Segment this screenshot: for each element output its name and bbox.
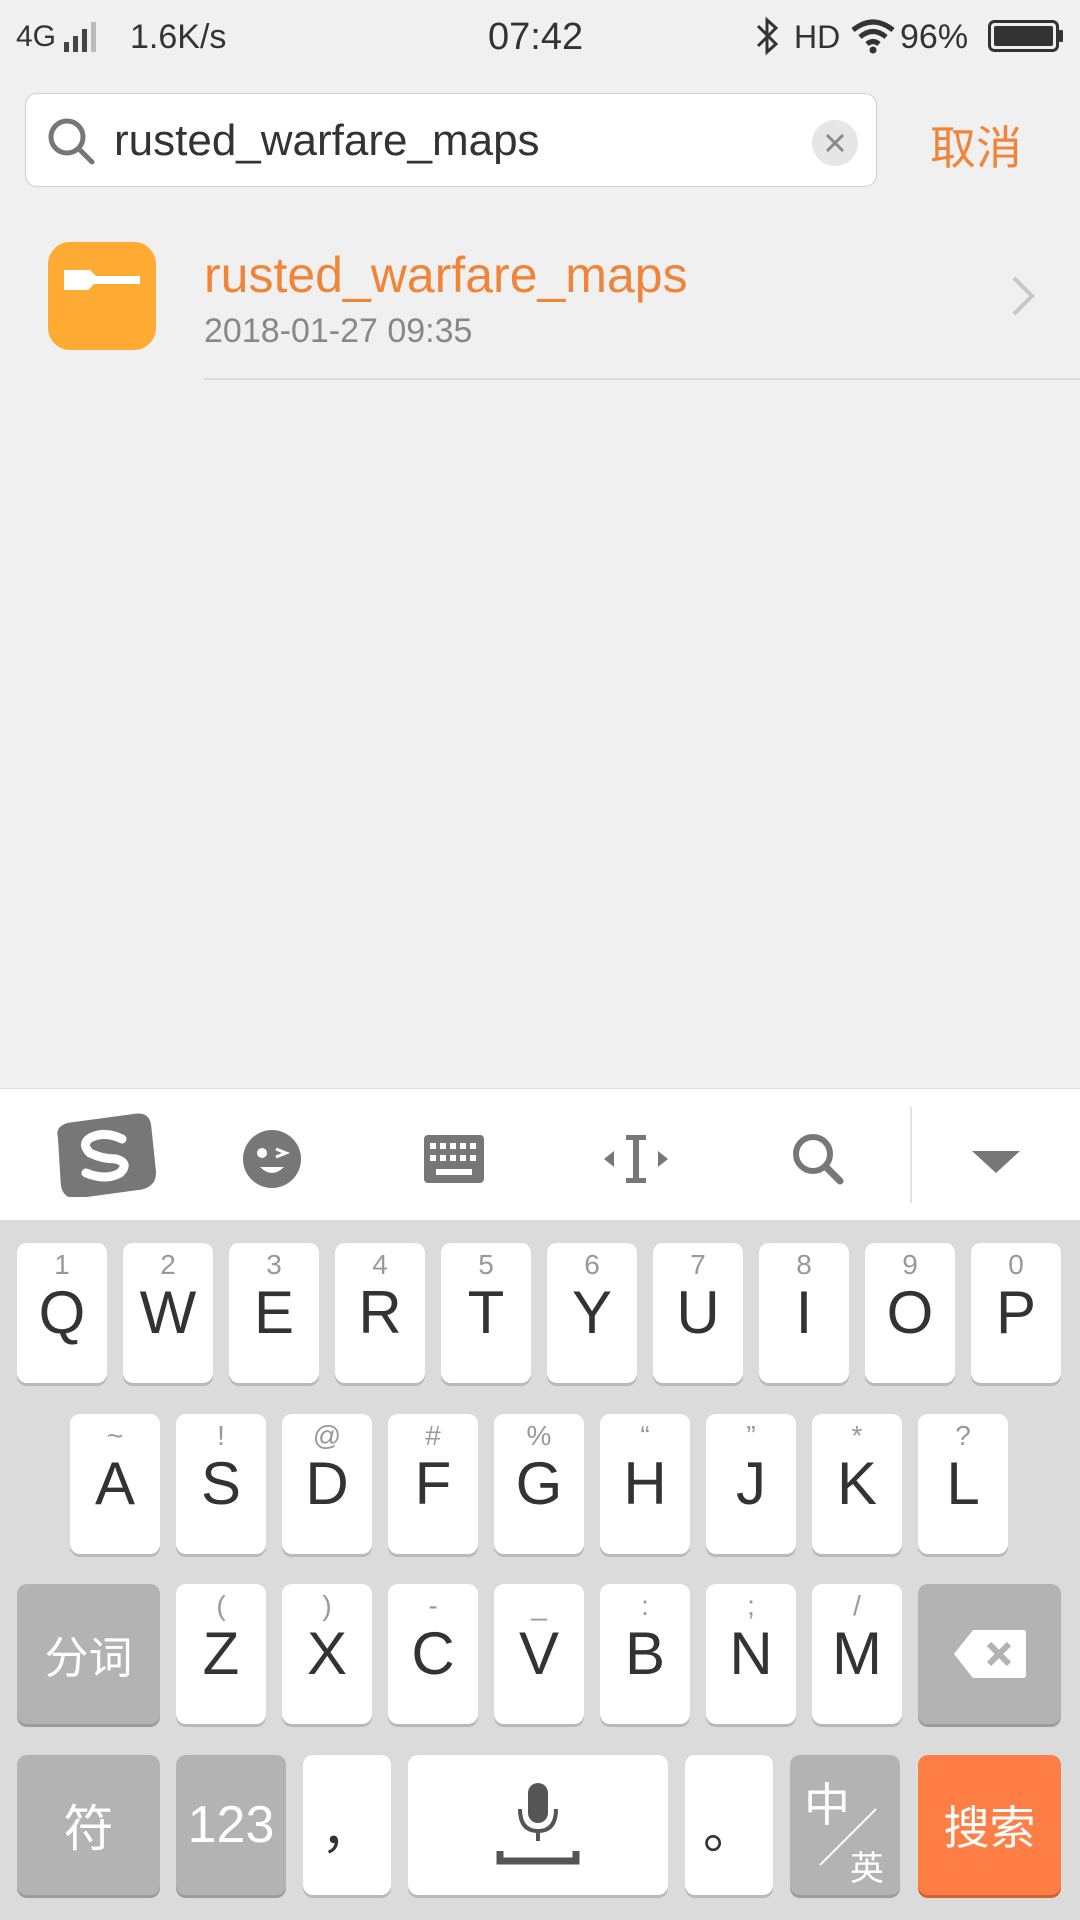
fenci-key[interactable]: 分词 [17,1584,160,1724]
key-n[interactable]: ; N [706,1584,796,1724]
key-t[interactable]: 5T [441,1243,531,1383]
clock: 07:42 [488,16,584,58]
symbol-key[interactable]: 符 [17,1755,160,1895]
search-icon [46,116,96,171]
chevron-down-icon[interactable] [956,1119,1036,1199]
language-switch-key[interactable]: 中 英 [790,1755,900,1895]
ime-toolbar [0,1088,1080,1220]
key-z[interactable]: (Z [176,1584,266,1724]
period-key[interactable]: 。 [685,1755,773,1895]
key-g[interactable]: % G [494,1414,584,1554]
toolbar-divider [910,1107,912,1203]
backspace-key[interactable] [918,1584,1061,1724]
keyboard: 1Q 2W 3E 4R 5T 6Y 7U 8I 9O 0P ~ A ! S @ D #… [0,1220,1080,1920]
divider [204,378,1080,380]
search-input[interactable]: rusted_warfare_maps [25,93,877,187]
key-l[interactable]: ? L [918,1414,1008,1554]
search-key[interactable]: 搜索 [918,1755,1061,1895]
key-h[interactable]: “H [600,1414,690,1554]
folder-icon [48,242,156,350]
chevron-right-icon [1008,274,1038,323]
cancel-button[interactable]: 取消 [930,112,1022,178]
key-q[interactable]: 1Q [17,1243,107,1383]
key-o[interactable]: 9O [865,1243,955,1383]
close-icon [825,133,845,153]
key-w[interactable]: 2W [123,1243,213,1383]
key-e[interactable]: 3E [229,1243,319,1383]
clear-search-button[interactable] [812,120,858,166]
result-date: 2018-01-27 09:35 [204,312,473,350]
network-type: 4G [16,20,57,53]
list-item[interactable]: rusted_warfare_maps 2018-01-27 09:35 [0,212,1080,380]
key-u[interactable]: 7U [653,1243,743,1383]
comma-key[interactable]: ， [303,1755,391,1895]
key-k[interactable]: * K [812,1414,902,1554]
space-voice-key[interactable] [408,1755,668,1895]
number-key[interactable]: 123 [176,1755,286,1895]
hd-label: HD [794,19,841,55]
backspace-icon [918,1584,1061,1724]
microphone-icon [408,1755,668,1895]
battery-percent: 96% [900,18,969,56]
sogou-logo-icon[interactable] [50,1113,162,1199]
search-query[interactable]: rusted_warfare_maps [114,116,540,166]
key-y[interactable]: 6Y [547,1243,637,1383]
key-v[interactable]: _ V [494,1584,584,1724]
key-r[interactable]: 4R [335,1243,425,1383]
key-m[interactable]: / M [812,1584,902,1724]
key-p[interactable]: 0P [971,1243,1061,1383]
key-s[interactable]: ! S [176,1414,266,1554]
emoji-icon[interactable] [232,1119,312,1199]
key-j[interactable]: ” J [706,1414,796,1554]
key-b[interactable]: :B [600,1584,690,1724]
wifi-icon [850,18,896,63]
signal-icon [64,18,108,61]
status-bar: 4G 1.6K/s 07:42 HD 96% [0,0,1080,76]
keyboard-icon[interactable] [414,1119,494,1199]
bluetooth-icon [752,16,782,65]
result-name: rusted_warfare_maps [204,247,688,303]
search-icon[interactable] [778,1119,858,1199]
key-c[interactable]: -C [388,1584,478,1724]
key-f[interactable]: # F [388,1414,478,1554]
key-i[interactable]: 8I [759,1243,849,1383]
key-a[interactable]: ~ A [70,1414,160,1554]
battery-icon [988,20,1064,61]
key-x[interactable]: ) X [282,1584,372,1724]
cursor-move-icon[interactable] [596,1119,676,1199]
network-speed: 1.6K/s [130,18,227,56]
key-d[interactable]: @ D [282,1414,372,1554]
